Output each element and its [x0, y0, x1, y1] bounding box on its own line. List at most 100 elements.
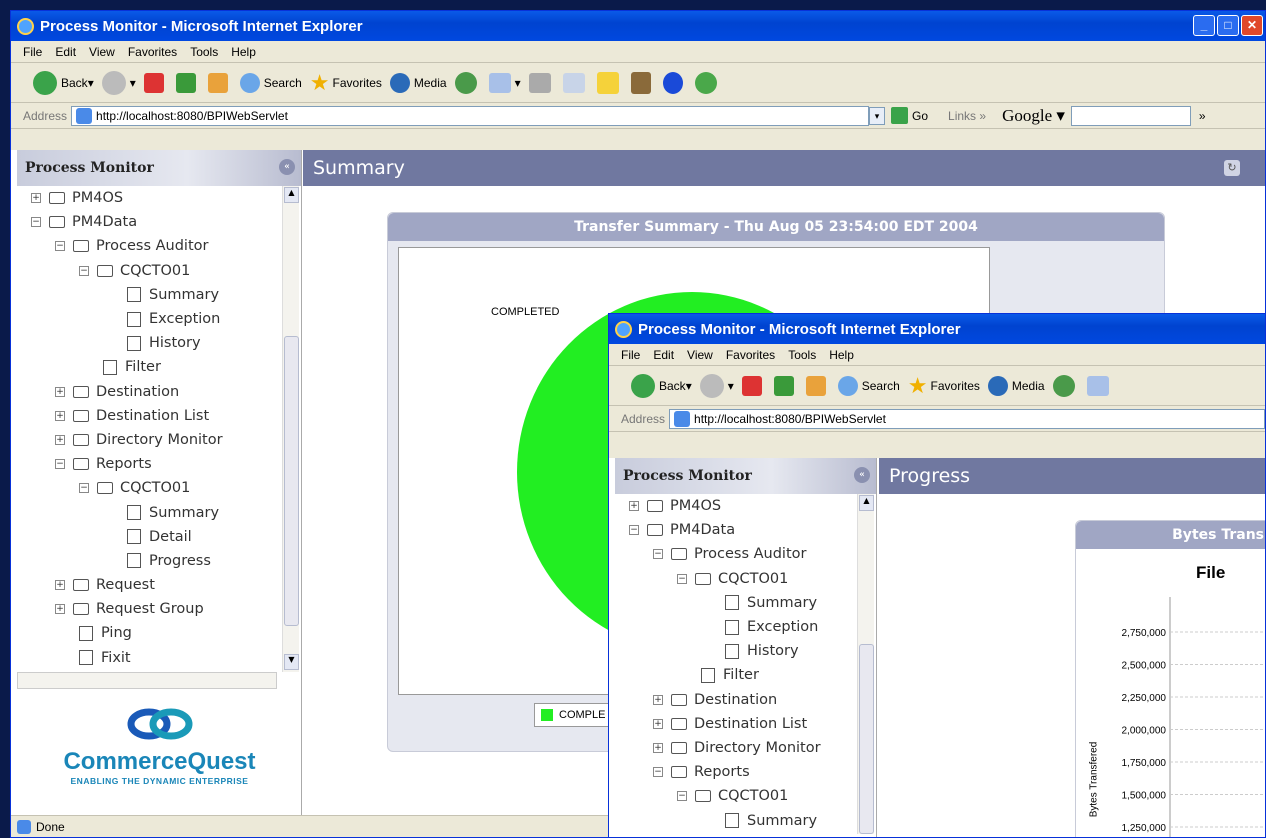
tree-item[interactable]: + Destination List	[615, 712, 876, 736]
address-input[interactable]: http://localhost:8080/BPIWebServlet	[669, 408, 1265, 429]
tree-item[interactable]: − CQCTO01	[615, 784, 876, 808]
tree-item[interactable]: History	[615, 639, 876, 663]
tree-item[interactable]: + Destination List	[17, 404, 301, 428]
address-dropdown[interactable]: ▾	[869, 106, 886, 125]
tree-item[interactable]: Summary	[615, 808, 876, 832]
stop-button[interactable]	[741, 375, 766, 396]
menu-file[interactable]: File	[621, 348, 640, 362]
refresh-button[interactable]	[773, 375, 798, 396]
expand-icon[interactable]: +	[629, 501, 639, 512]
tree-item[interactable]: + Request Group	[17, 597, 301, 621]
close-button[interactable]: ✕	[1241, 15, 1263, 36]
toolbar-overflow[interactable]: »	[1199, 109, 1206, 123]
stop-button[interactable]	[143, 72, 168, 93]
maximize-button[interactable]: □	[1217, 15, 1239, 36]
research-button[interactable]	[630, 71, 655, 94]
media-button[interactable]: Media	[987, 375, 1045, 396]
tree-item[interactable]: − CQCTO01	[615, 567, 876, 591]
collapse-icon[interactable]: −	[653, 767, 663, 778]
tree-item[interactable]: + Destination	[17, 380, 301, 404]
scroll-thumb[interactable]	[284, 336, 299, 626]
tree-item[interactable]: − CQCTO01	[17, 259, 301, 283]
tree-item[interactable]: Filter	[615, 663, 876, 687]
bluetooth-button[interactable]	[662, 71, 687, 94]
menu-edit[interactable]: Edit	[653, 348, 674, 362]
collapse-icon[interactable]: −	[653, 549, 663, 560]
tree-item[interactable]: + Directory Monitor	[615, 736, 876, 760]
tree-item[interactable]: Summary	[17, 500, 301, 524]
title-bar[interactable]: Process Monitor - Microsoft Internet Exp…	[609, 314, 1265, 344]
sidebar-vertical-scrollbar[interactable]: ▲ ▼	[282, 186, 299, 672]
scroll-up-arrow[interactable]: ▲	[859, 495, 874, 511]
mail-button[interactable]	[1086, 375, 1113, 396]
home-button[interactable]	[805, 375, 830, 396]
sidebar-vertical-scrollbar[interactable]: ▲	[857, 494, 874, 834]
expand-icon[interactable]: +	[55, 410, 65, 421]
tree-item[interactable]: Fixit	[17, 646, 301, 670]
menu-tools[interactable]: Tools	[190, 45, 218, 59]
collapse-icon[interactable]: −	[79, 265, 89, 276]
minimize-button[interactable]: _	[1193, 15, 1215, 36]
tree-item[interactable]: Progress	[17, 549, 301, 573]
expand-icon[interactable]: +	[31, 193, 41, 204]
favorites-button[interactable]: ★ Favorites	[908, 373, 980, 399]
media-button[interactable]: Media	[389, 72, 447, 93]
tree-item[interactable]: Summary	[17, 283, 301, 307]
expand-icon[interactable]: +	[55, 386, 65, 397]
collapse-icon[interactable]: −	[55, 241, 65, 252]
print-button[interactable]	[528, 72, 555, 93]
refresh-button[interactable]	[175, 72, 200, 93]
home-button[interactable]	[207, 72, 232, 93]
expand-icon[interactable]: +	[55, 580, 65, 591]
collapse-icon[interactable]: −	[31, 217, 41, 228]
menu-help[interactable]: Help	[231, 45, 256, 59]
google-button[interactable]: Google ▾	[1002, 106, 1065, 126]
search-button[interactable]: Search	[239, 72, 302, 93]
tree-item[interactable]: − Process Auditor	[615, 542, 876, 566]
tree-item[interactable]: + Destination	[615, 688, 876, 712]
tree-item[interactable]: Filter	[17, 355, 301, 379]
menu-help[interactable]: Help	[829, 348, 854, 362]
tree-item[interactable]: − PM4Data	[17, 210, 301, 234]
refresh-icon[interactable]: ↻	[1224, 160, 1240, 176]
history-button[interactable]	[1052, 374, 1079, 397]
collapse-icon[interactable]: «	[279, 159, 295, 175]
expand-icon[interactable]: +	[653, 742, 663, 753]
tree-item[interactable]: − Process Auditor	[17, 234, 301, 258]
tree-item[interactable]: − CQCTO01	[17, 476, 301, 500]
tree-item[interactable]: + Request	[17, 573, 301, 597]
menu-file[interactable]: File	[23, 45, 42, 59]
go-button[interactable]: Go	[891, 107, 928, 124]
tree-item[interactable]: − PM4Data	[615, 518, 876, 542]
search-button[interactable]: Search	[837, 375, 900, 396]
menu-tools[interactable]: Tools	[788, 348, 816, 362]
collapse-icon[interactable]: −	[79, 483, 89, 494]
menu-favorites[interactable]: Favorites	[726, 348, 775, 362]
forward-button[interactable]: ▾	[699, 373, 734, 398]
scroll-down-arrow[interactable]: ▼	[284, 654, 299, 670]
collapse-icon[interactable]: −	[677, 573, 687, 584]
tree-item[interactable]: History	[17, 331, 301, 355]
menu-edit[interactable]: Edit	[55, 45, 76, 59]
tree-item[interactable]: Detail	[17, 525, 301, 549]
back-button[interactable]: Back ▾	[631, 373, 692, 398]
links-button[interactable]: Links »	[948, 109, 986, 123]
address-input[interactable]: http://localhost:8080/BPIWebServlet	[71, 105, 870, 126]
messenger-button[interactable]	[694, 71, 721, 94]
tree-item[interactable]: + PM4OS	[17, 186, 301, 210]
scroll-thumb[interactable]	[859, 644, 874, 834]
collapse-icon[interactable]: −	[677, 791, 687, 802]
tree-item[interactable]: − Reports	[615, 760, 876, 784]
tree-item[interactable]: − Reports	[17, 452, 301, 476]
expand-icon[interactable]: +	[55, 434, 65, 445]
notes-button[interactable]	[596, 71, 623, 94]
tree-item[interactable]: Exception	[615, 615, 876, 639]
tree-item[interactable]: Summary	[615, 591, 876, 615]
expand-icon[interactable]: +	[653, 694, 663, 705]
tree-item[interactable]: Ping	[17, 621, 301, 645]
collapse-icon[interactable]: −	[55, 459, 65, 470]
forward-button[interactable]: ▾	[101, 70, 136, 95]
tree-item[interactable]: Exception	[17, 307, 301, 331]
title-bar[interactable]: Process Monitor - Microsoft Internet Exp…	[11, 11, 1265, 41]
expand-icon[interactable]: +	[55, 604, 65, 615]
